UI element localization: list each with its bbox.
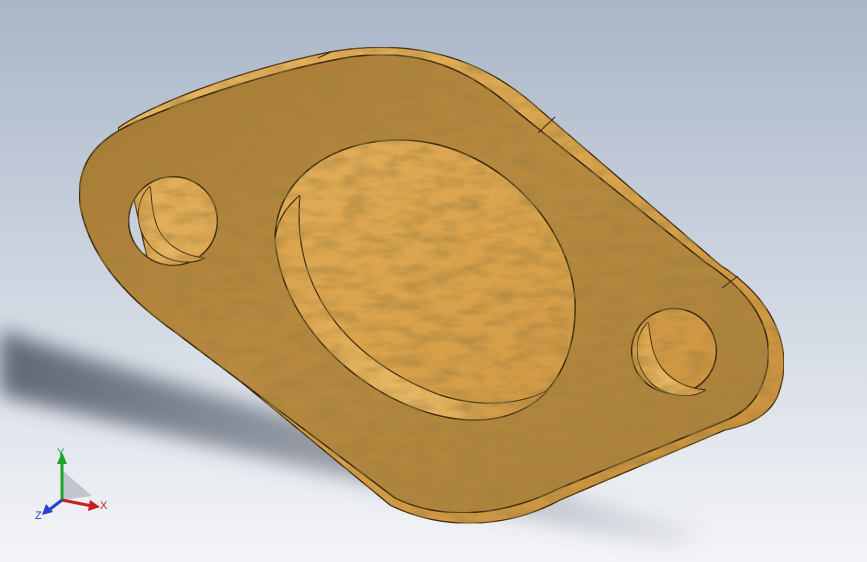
view-orientation-triad[interactable]: Y X Z: [34, 446, 114, 522]
triad-y-label: Y: [57, 447, 65, 459]
triad-x-axis: [61, 498, 93, 508]
triad-plane-shading: [62, 470, 92, 500]
3d-scene[interactable]: [0, 0, 867, 562]
flange-gasket-part[interactable]: [78, 46, 785, 524]
triad-z-axis: [48, 498, 63, 512]
triad-x-arrow-icon: [88, 500, 100, 511]
triad-x-label: X: [100, 500, 108, 512]
triad-z-label: Z: [35, 510, 42, 522]
graphics-viewport[interactable]: Y X Z: [0, 0, 867, 562]
